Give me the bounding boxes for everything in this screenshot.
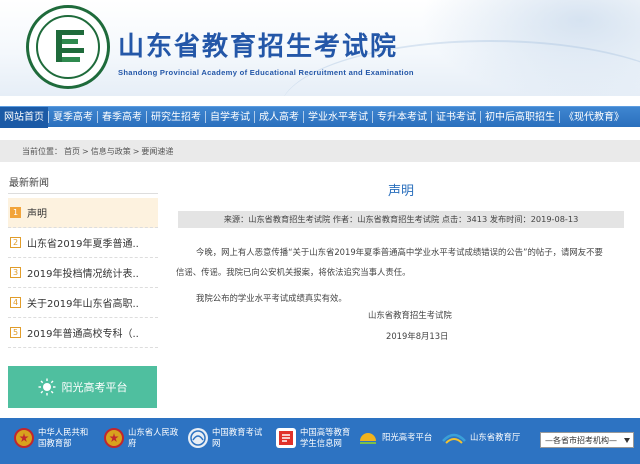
news-rank-badge: 5 [10, 327, 21, 338]
news-list: 1 声明 2 山东省2019年夏季普通.. 3 2019年投档情况统计表.. 4… [8, 198, 158, 348]
footer-link-line2: 国教育部 [38, 438, 72, 448]
footer-link-line1: 中华人民共和 [38, 427, 89, 437]
news-rank-badge: 4 [10, 297, 21, 308]
footer-link-moe[interactable]: 中华人民共和 国教育部 [14, 427, 88, 449]
news-item-label: 山东省2019年夏季普通.. [27, 239, 139, 250]
footer-link-neea[interactable]: 中国教育考试网 [188, 427, 262, 449]
exam-agency-select-value: —各省市招考机构— [545, 435, 617, 445]
footer-link-sd-education-dept[interactable]: 山东省教育厅 [442, 427, 520, 447]
site-header: 山东省教育招生考试院 Shandong Provincial Academy o… [0, 0, 640, 96]
breadcrumb-prefix: 当前位置： [22, 146, 62, 156]
article-meta: 来源：山东省教育招生考试院 作者：山东省教育招生考试院 点击：3413 发布时间… [178, 211, 624, 228]
article-title: 声明 [387, 184, 414, 199]
sun-icon [358, 427, 378, 447]
article-paragraph: 今晚，网上有人恶意传播“关于山东省2019年夏季普通高中学业水平考试成绩错误的公… [196, 247, 603, 257]
neea-logo-icon [188, 428, 208, 448]
news-list-item[interactable]: 3 2019年投档情况统计表.. [8, 258, 158, 288]
article-paragraph-continued: 信谣、传谣。我院已向公安机关报案，将依法追究当事人责任。 [176, 267, 411, 277]
article-date: 2019年8月13日 [386, 331, 449, 341]
footer-link-line2: 府 [128, 438, 137, 448]
chevron-down-icon [624, 438, 630, 443]
logo-e-mark-icon [56, 30, 84, 62]
sidebar-title: 最新新闻 [8, 176, 158, 194]
footer-link-sunshine-gaokao[interactable]: 阳光高考平台 [358, 427, 432, 447]
national-emblem-icon [104, 428, 124, 448]
footer-link-sd-gov[interactable]: 山东省人民政府 [104, 427, 178, 449]
footer-link-chsi[interactable]: 中国高等教育 学生信息网 [276, 427, 350, 449]
national-emblem-icon [14, 428, 34, 448]
footer-link-line1: 山东省教育厅 [470, 432, 521, 442]
nav-item-vocational[interactable]: 初中后高职招生 [481, 107, 559, 128]
main-nav: 网站首页 夏季高考 春季高考 研究生招考 自学考试 成人高考 学业水平考试 专升… [0, 106, 640, 128]
footer-link-line2: 网 [212, 438, 221, 448]
breadcrumb-info-policy[interactable]: 信息与政策 [91, 146, 131, 157]
footer-link-line1: 中国教育考试 [212, 427, 263, 437]
news-rank-badge: 3 [10, 267, 21, 278]
breadcrumb-separator: > [132, 146, 140, 156]
news-list-item[interactable]: 2 山东省2019年夏季普通.. [8, 228, 158, 258]
footer-link-line2: 学生信息网 [300, 438, 342, 448]
nav-item-summer-gaokao[interactable]: 夏季高考 [49, 107, 97, 128]
news-list-item[interactable]: 4 关于2019年山东省高职.. [8, 288, 158, 318]
sunshine-banner-label: 阳光高考平台 [61, 381, 128, 394]
news-rank-badge: 1 [10, 207, 21, 218]
article-signature: 山东省教育招生考试院 [368, 310, 452, 320]
education-dept-logo-icon [442, 427, 466, 447]
sidebar: 最新新闻 1 声明 2 山东省2019年夏季普通.. 3 2019年投档情况统计… [8, 176, 158, 348]
nav-item-adult-exam[interactable]: 成人高考 [255, 107, 303, 128]
site-title: 山东省教育招生考试院 [118, 32, 399, 62]
nav-item-spring-gaokao[interactable]: 春季高考 [98, 107, 146, 128]
news-list-item[interactable]: 1 声明 [8, 198, 158, 228]
news-rank-badge: 2 [10, 237, 21, 248]
footer-link-line1: 山东省人民政 [128, 427, 179, 437]
nav-item-proficiency-test[interactable]: 学业水平考试 [304, 107, 372, 128]
news-list-item[interactable]: 5 2019年普通高校专科（.. [8, 318, 158, 348]
news-item-label: 关于2019年山东省高职.. [27, 299, 139, 310]
news-item-label: 声明 [27, 209, 47, 220]
news-item-label: 2019年投档情况统计表.. [27, 269, 139, 280]
nav-item-upgrade-exam[interactable]: 专升本考试 [373, 107, 431, 128]
footer-link-line1: 阳光高考平台 [382, 432, 433, 442]
news-item-label: 2019年普通高校专科（.. [27, 329, 139, 340]
sun-icon [38, 378, 56, 396]
sunshine-gaokao-banner[interactable]: 阳光高考平台 [8, 366, 157, 408]
site-subtitle: Shandong Provincial Academy of Education… [118, 68, 414, 77]
breadcrumb-separator: > [82, 146, 89, 156]
exam-agency-select[interactable]: —各省市招考机构— [540, 432, 634, 448]
chsi-logo-icon [276, 428, 296, 448]
nav-item-modern-education[interactable]: 《现代教育》 [560, 107, 628, 128]
article-paragraph: 我院公布的学业水平考试成绩真实有效。 [196, 293, 347, 303]
site-logo[interactable] [26, 5, 110, 89]
nav-item-home[interactable]: 网站首页 [0, 106, 48, 128]
breadcrumb-home[interactable]: 首页 [64, 146, 80, 157]
breadcrumb-news[interactable]: 要闻速递 [141, 146, 173, 157]
nav-item-self-study[interactable]: 自学考试 [206, 107, 254, 128]
nav-item-graduate[interactable]: 研究生招考 [147, 107, 205, 128]
footer-link-line1: 中国高等教育 [300, 427, 351, 437]
nav-item-certificate[interactable]: 证书考试 [432, 107, 480, 128]
breadcrumb: 当前位置： 首页 > 信息与政策 > 要闻速递 [0, 140, 640, 162]
